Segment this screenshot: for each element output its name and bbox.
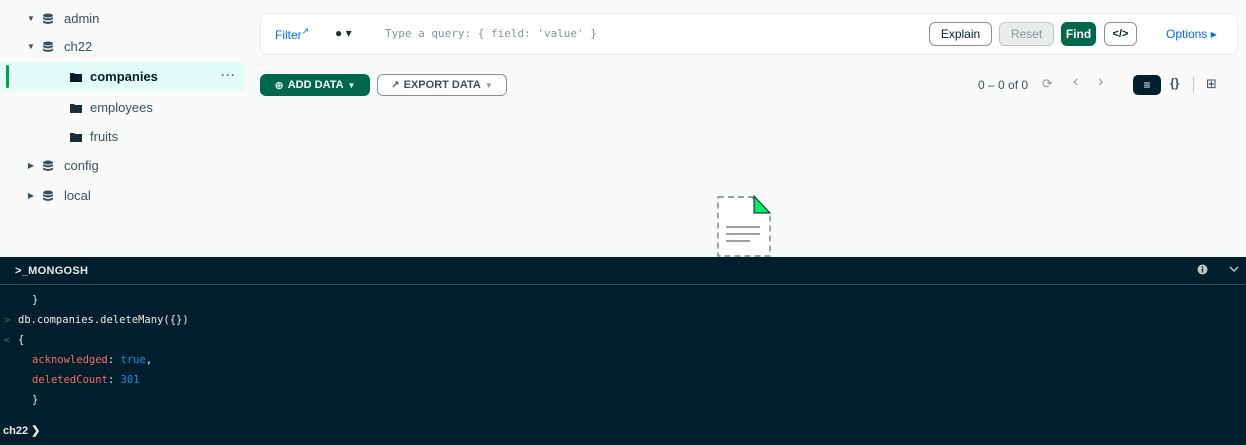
line-text: { [18, 334, 25, 346]
explain-button[interactable]: Explain [929, 22, 992, 46]
database-icon [43, 13, 53, 24]
plus-circle-icon: ⊕ [274, 79, 284, 92]
empty-document-icon [717, 194, 772, 257]
shell-header[interactable]: >_MONGOSH [0, 257, 1246, 285]
list-view-icon[interactable]: ≡ [1133, 75, 1161, 95]
collection-label: fruits [90, 129, 119, 144]
line-text: } [32, 294, 39, 306]
code-icon[interactable]: </> [1104, 22, 1137, 46]
database-icon [43, 160, 53, 171]
export-icon: ↗ [391, 79, 400, 91]
shell-title[interactable]: >_MONGOSH [15, 265, 88, 277]
database-icon [43, 41, 53, 52]
db-label: local [64, 188, 91, 203]
chevron-right-icon[interactable]: ▶ [26, 191, 36, 200]
filter-link[interactable]: Filter↗ [275, 26, 309, 42]
more-options-icon[interactable]: ··· [221, 68, 236, 82]
sidebar-db-ch22[interactable]: ▼ ch22 [0, 32, 244, 61]
sidebar-db-config[interactable]: ▶ config [0, 151, 244, 180]
options-toggle[interactable]: Options ▸ [1166, 27, 1217, 41]
info-icon[interactable] [1197, 264, 1208, 278]
documents-toolbar: ⊕ ADD DATA ▼ ↗ EXPORT DATA ▼ 0 – 0 of 0 … [260, 73, 1238, 98]
add-data-button[interactable]: ⊕ ADD DATA ▼ [260, 74, 370, 96]
export-data-label: EXPORT DATA [403, 79, 481, 91]
chevron-down-icon[interactable]: ▼ [26, 14, 36, 23]
sidebar-collection-fruits[interactable]: fruits [0, 122, 244, 151]
line-suffix: , [145, 354, 153, 366]
prev-page-icon[interactable]: ‹ [1073, 73, 1078, 91]
add-data-label: ADD DATA [287, 79, 344, 91]
output-prompt-icon: < [4, 334, 11, 346]
documents-panel: Filter↗ ● ▾ Type a query: { field: 'valu… [244, 0, 1246, 257]
query-bar: Filter↗ ● ▾ Type a query: { field: 'valu… [260, 13, 1238, 55]
sidebar-collection-companies[interactable]: companies ··· [0, 62, 244, 91]
chevron-down-icon[interactable] [1228, 263, 1240, 278]
query-history-icon[interactable]: ● ▾ [335, 26, 352, 40]
json-key: deletedCount [32, 374, 108, 386]
shell-line: deletedCount: 301 [32, 374, 140, 386]
filter-label[interactable]: Filter [275, 28, 302, 42]
external-link-icon: ↗ [301, 26, 310, 36]
db-label: admin [64, 11, 100, 26]
input-prompt-icon: > [4, 314, 11, 326]
chevron-down-icon[interactable]: ▼ [26, 42, 36, 51]
sidebar-db-local[interactable]: ▶ local [0, 181, 244, 210]
shell-line: > db.companies.deleteMany({}) [0, 310, 189, 330]
shell-input-prompt[interactable]: ch22 ❯ [3, 424, 40, 437]
shell-line: < { [0, 330, 24, 350]
db-label: ch22 [64, 39, 93, 54]
folder-icon [70, 132, 82, 142]
collection-label: employees [90, 100, 153, 115]
shell-line: } [0, 390, 38, 410]
json-view-icon[interactable]: {} [1170, 76, 1179, 90]
export-data-button[interactable]: ↗ EXPORT DATA ▼ [377, 74, 507, 96]
chevron-down-icon: ▼ [484, 80, 493, 90]
collection-label: companies [90, 69, 158, 84]
json-value: true [120, 354, 146, 366]
table-view-icon[interactable]: ⊞ [1206, 76, 1217, 92]
folder-icon [70, 72, 82, 82]
shell-line: acknowledged: true, [32, 354, 153, 366]
line-text: } [32, 394, 39, 406]
chevron-right-icon[interactable]: ▶ [26, 161, 36, 170]
mongosh-panel: >_MONGOSH } > db.companies.deleteMany({}… [0, 257, 1246, 445]
json-value: 301 [120, 374, 140, 386]
next-page-icon[interactable]: › [1098, 73, 1103, 91]
line-text: db.companies.deleteMany({}) [18, 314, 189, 326]
database-icon [43, 190, 53, 201]
refresh-icon[interactable]: ⟳ [1042, 76, 1053, 92]
db-label: config [64, 158, 99, 173]
pagination-count: 0 – 0 of 0 [978, 78, 1029, 92]
json-key: acknowledged [32, 354, 108, 366]
query-input[interactable]: Type a query: { field: 'value' } [385, 27, 597, 40]
sidebar-db-admin[interactable]: ▼ admin [0, 4, 244, 33]
chevron-down-icon: ▼ [347, 80, 356, 90]
reset-button[interactable]: Reset [999, 22, 1054, 46]
shell-line: } [0, 290, 38, 310]
sidebar-tree: ▼ admin ▼ ch22 companies ··· employees f… [0, 0, 244, 257]
divider [1193, 77, 1194, 93]
sidebar-collection-employees[interactable]: employees [0, 93, 244, 122]
find-button[interactable]: Find [1061, 22, 1096, 46]
folder-icon [70, 103, 82, 113]
